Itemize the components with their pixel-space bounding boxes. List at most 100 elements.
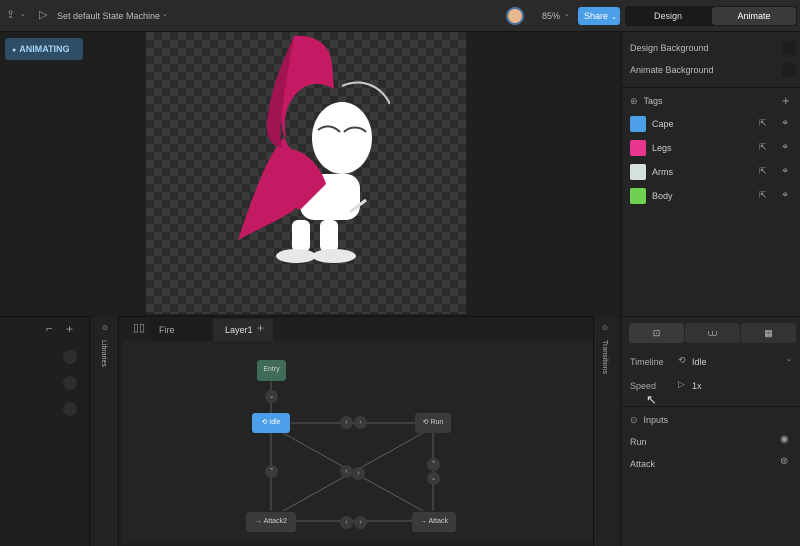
collapse-icon[interactable]: ⊙ [602,325,608,332]
target-icon[interactable]: ⌖ [782,190,788,201]
transitions-label[interactable]: Transitions [601,340,608,374]
run-label: Run [430,419,444,426]
attack2-node[interactable]: → Attack2 [246,512,296,532]
export-icon[interactable]: ⇪ [6,10,15,21]
blend-state-button[interactable]: ⩊ [685,323,740,343]
state-machine-title[interactable]: Set default State Machine [57,11,160,21]
tag-color-swatch[interactable] [630,140,646,156]
speed-field[interactable]: ▷ 1x [676,377,736,393]
top-bar: ⇪ ⌄ ▷ Set default State Machine ⌄ 85% ⌄ … [0,0,800,32]
transition-right-icon[interactable]: › [354,516,367,529]
timeline-select[interactable]: ⟲ Idle ⌄ [676,353,796,369]
transition-up-icon[interactable]: ⌃ [265,465,278,478]
speed-label: Speed [630,381,657,391]
tag-label: Legs [652,143,672,153]
tab-fire[interactable]: Fire [151,319,211,341]
design-background-label: Design Background [630,43,709,53]
target-icon[interactable]: ⌖ [782,142,788,153]
title-chevron-icon[interactable]: ⌄ [162,11,168,18]
animate-mode-button[interactable]: Animate [712,7,796,25]
libraries-label[interactable]: Libraries [100,340,107,367]
tag-label: Cape [652,119,674,129]
eye-icon[interactable]: ◉ [780,435,789,445]
timeline-label: Timeline [630,357,664,367]
inspector-panel: Design Background Animate Background ⊛ Ta… [621,32,800,546]
transition-left-icon[interactable]: ‹ [340,516,353,529]
design-background-swatch[interactable] [782,41,796,55]
input-label: Attack [630,459,656,469]
arrow-icon: → [255,518,263,525]
transition-left-icon[interactable]: ‹ [340,416,353,429]
speed-play-icon: ▷ [678,379,685,389]
play-icon[interactable]: ▷ [39,10,47,21]
input-row[interactable]: Run ◉ [622,431,800,453]
idle-node[interactable]: ⟲ Idle [252,413,290,433]
tag-row[interactable]: Body ⇱ ⌖ [622,184,800,208]
share-button[interactable]: Share ⌄ [578,7,620,25]
tag-row[interactable]: Arms ⇱ ⌖ [622,160,800,184]
grid-state-button[interactable]: ▦ [741,323,796,343]
tag-color-swatch[interactable] [630,116,646,132]
add-tab-icon[interactable]: + [257,322,264,334]
transition-down-icon[interactable]: ⌄ [265,390,278,403]
tags-icon: ⊛ [630,96,638,106]
input-label: Run [630,437,647,447]
entry-node[interactable]: Entry [257,360,286,381]
share-label: Share [584,11,609,21]
tags-list: Cape ⇱ ⌖ Legs ⇱ ⌖ Arms ⇱ ⌖ Body ⇱ ⌖ [622,112,800,222]
layer-dot[interactable] [63,402,77,416]
avatar[interactable] [506,7,524,25]
target-icon[interactable]: ⌖ [782,166,788,177]
divider [622,316,800,317]
layers-sidebar: ⌐ + [0,316,90,546]
design-mode-button[interactable]: Design [626,7,710,25]
zoom-level[interactable]: 85% [542,11,560,21]
tags-header: ⊛ Tags [622,90,800,112]
tag-row[interactable]: Legs ⇱ ⌖ [622,136,800,160]
layer-dot[interactable] [63,376,77,390]
attack-node[interactable]: → Attack [412,512,456,532]
animate-background-label: Animate Background [630,65,714,75]
tag-color-swatch[interactable] [630,188,646,204]
trigger-icon[interactable]: ⊛ [780,457,788,467]
tag-pointer-icon[interactable]: ⇱ [759,191,767,200]
tag-color-swatch[interactable] [630,164,646,180]
run-node[interactable]: ⟲ Run [415,413,451,433]
libraries-strip[interactable]: ⊙ Libraries [92,316,119,546]
tag-pointer-icon[interactable]: ⇱ [759,119,767,128]
animate-background-swatch[interactable] [782,63,796,77]
transitions-strip[interactable]: ⊙ Transitions [593,316,619,546]
blend-state-icon: ⩊ [707,328,718,338]
transition-down-icon[interactable]: ⌄ [427,472,440,485]
layer-dot[interactable] [63,350,77,364]
timeline-state-button[interactable]: ⊡ [629,323,684,343]
animating-dot-icon: ● [12,47,17,54]
mode-toggle: Design Animate [625,6,797,26]
transition-right-icon[interactable]: › [354,416,367,429]
attack-label: Attack [428,518,448,525]
transition-cross-icon[interactable]: › [352,467,365,480]
zoom-chevron-icon[interactable]: ⌄ [564,11,570,18]
animating-label: ANIMATING [19,44,70,54]
animate-background-row: Animate Background [622,59,800,81]
idle-label: Idle [269,419,281,426]
panel-toggle-icon[interactable]: ▯▯ [133,323,145,334]
folder-icon[interactable]: ⌐ [46,324,52,335]
character-illustration [238,35,390,263]
tag-pointer-icon[interactable]: ⇱ [759,167,767,176]
layer-tabs: ▯▯ Fire Layer1 + [123,317,613,341]
transition-cross-icon[interactable]: ‹ [340,465,353,478]
arrow-icon: → [419,518,427,525]
add-tag-icon[interactable]: + [782,94,790,107]
add-layer-icon[interactable]: + [66,323,73,335]
collapse-icon[interactable]: ⊙ [102,325,108,332]
tag-row[interactable]: Cape ⇱ ⌖ [622,112,800,136]
transition-up-icon[interactable]: ⌃ [427,458,440,471]
tag-label: Arms [652,167,673,177]
tag-pointer-icon[interactable]: ⇱ [759,143,767,152]
target-icon[interactable]: ⌖ [782,118,788,129]
chevron-down-icon[interactable]: ⌄ [20,11,26,18]
animating-badge: ● ANIMATING [5,38,83,60]
timeline-state-icon: ⊡ [652,328,661,338]
input-row[interactable]: Attack ⊛ [622,453,800,475]
